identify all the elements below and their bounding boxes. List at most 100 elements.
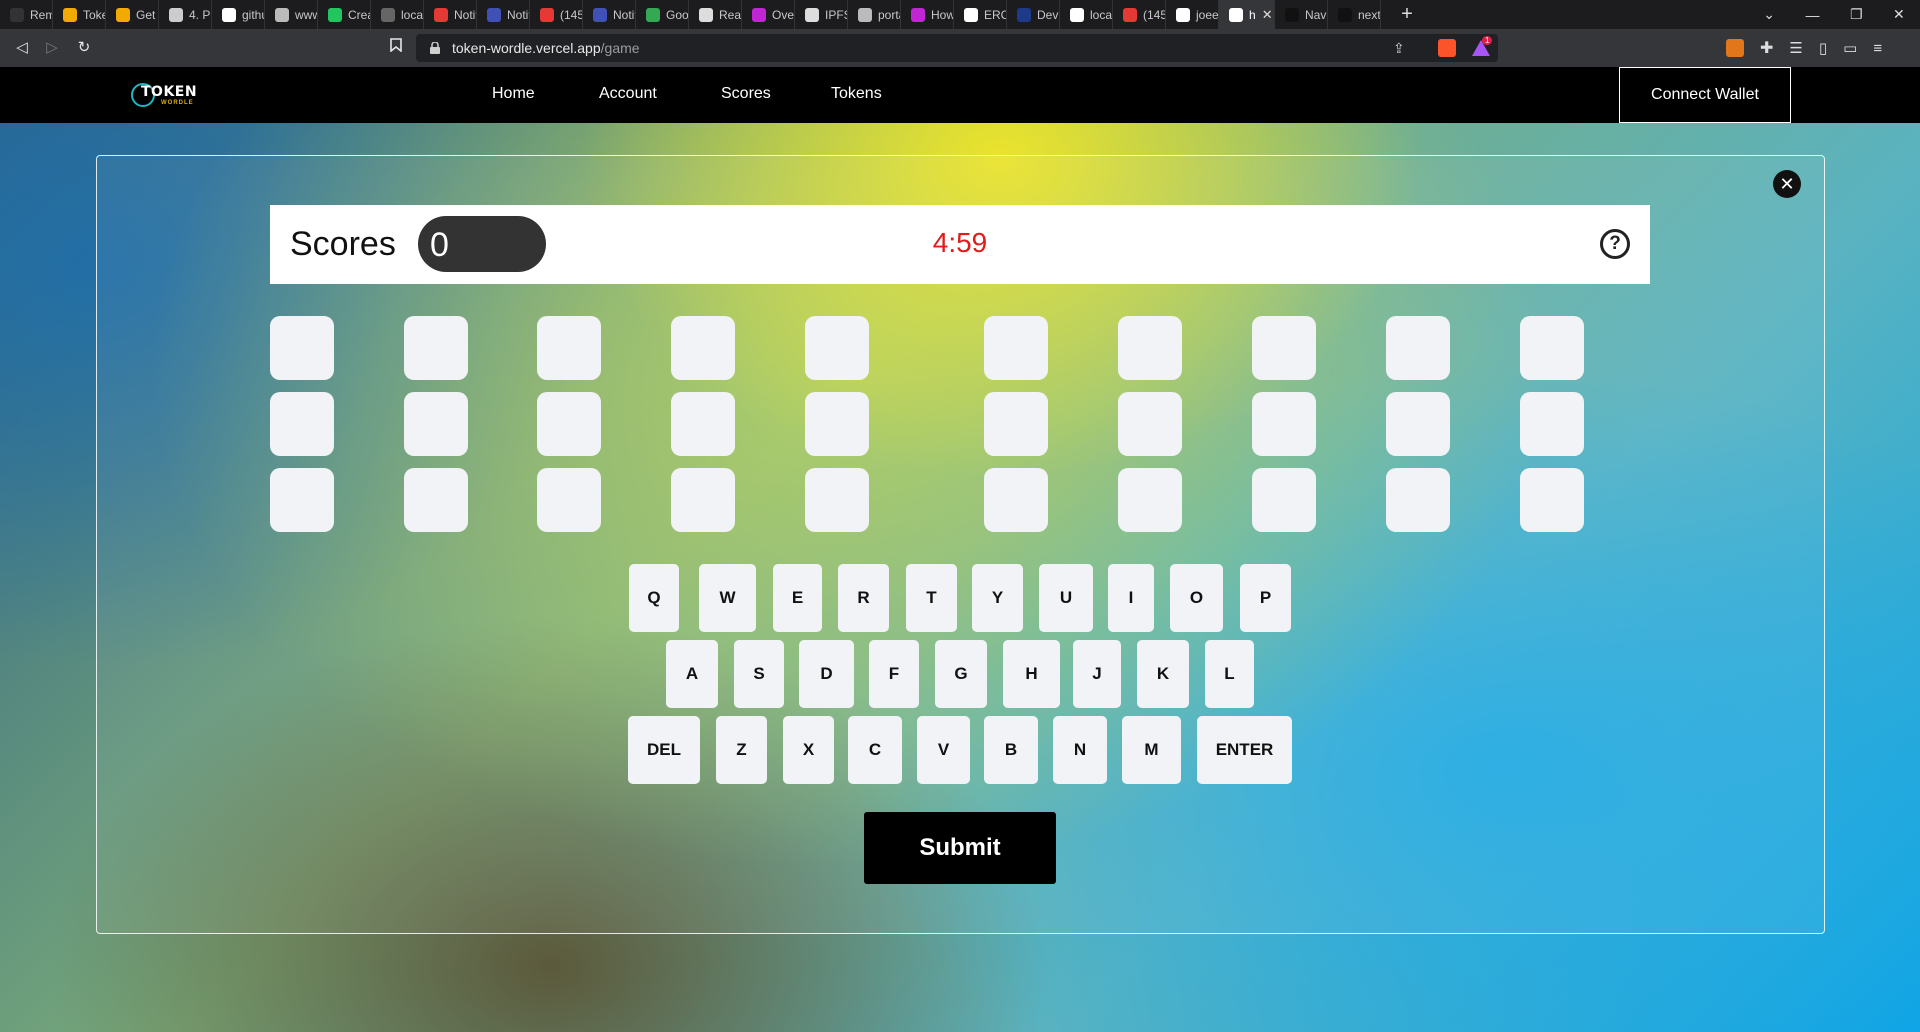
key-h[interactable]: H <box>1003 640 1060 708</box>
metamask-fox-icon[interactable] <box>1726 39 1744 57</box>
lock-icon <box>430 42 440 54</box>
key-del[interactable]: DEL <box>628 716 700 784</box>
browser-tab[interactable]: locall <box>371 0 424 29</box>
browser-tab[interactable]: next/ <box>1328 0 1381 29</box>
nav-scores[interactable]: Scores <box>721 85 771 103</box>
key-k[interactable]: K <box>1137 640 1189 708</box>
browser-tab[interactable]: Goog <box>636 0 689 29</box>
key-g[interactable]: G <box>935 640 987 708</box>
tab-favicon-icon <box>1017 7 1031 22</box>
playlist-icon[interactable]: ☰ <box>1789 39 1802 57</box>
tab-favicon-icon <box>593 7 607 22</box>
key-d[interactable]: D <box>799 640 854 708</box>
bookmark-icon[interactable] <box>386 38 406 58</box>
browser-tab[interactable]: (145) <box>1113 0 1166 29</box>
browser-tab[interactable]: porta <box>848 0 901 29</box>
key-s[interactable]: S <box>734 640 784 708</box>
tab-label: next/ <box>1358 7 1381 22</box>
letter-tile <box>805 392 869 456</box>
browser-tab[interactable]: www. <box>265 0 318 29</box>
letter-tile <box>404 468 468 532</box>
browser-tab[interactable]: (145) <box>530 0 583 29</box>
tab-label: www. <box>295 7 317 22</box>
window-close-icon[interactable]: ✕ <box>1893 6 1905 23</box>
minimize-icon[interactable]: — <box>1805 7 1819 23</box>
browser-tab[interactable]: 4. Pr <box>159 0 212 29</box>
close-icon[interactable]: ✕ <box>1773 170 1801 198</box>
key-o[interactable]: O <box>1170 564 1223 632</box>
submit-button[interactable]: Submit <box>864 812 1056 884</box>
tab-label: How <box>931 7 954 22</box>
share-icon[interactable]: ⇪ <box>1393 40 1405 57</box>
browser-tab[interactable]: Devp <box>1007 0 1060 29</box>
browser-tab[interactable]: Remi <box>0 0 53 29</box>
key-enter[interactable]: ENTER <box>1197 716 1292 784</box>
key-i[interactable]: I <box>1108 564 1154 632</box>
connect-wallet-button[interactable]: Connect Wallet <box>1619 67 1791 123</box>
key-m[interactable]: M <box>1122 716 1181 784</box>
reload-icon[interactable]: ↻ <box>74 38 94 58</box>
forward-icon[interactable]: ▷ <box>42 38 62 58</box>
key-q[interactable]: Q <box>629 564 679 632</box>
letter-tile <box>1118 392 1182 456</box>
tab-close-icon[interactable]: ✕ <box>1262 7 1273 23</box>
tab-list-icon[interactable]: ⌄ <box>1763 6 1775 23</box>
brave-rewards-icon[interactable]: 1 <box>1472 36 1493 56</box>
tab-favicon-icon <box>10 7 24 22</box>
wallet-icon[interactable]: ▭ <box>1843 39 1857 57</box>
browser-tab[interactable]: IPFS <box>795 0 848 29</box>
browser-tab[interactable]: locall <box>1060 0 1113 29</box>
help-icon[interactable]: ? <box>1600 229 1630 259</box>
key-u[interactable]: U <box>1039 564 1093 632</box>
restore-icon[interactable]: ❐ <box>1850 6 1863 23</box>
key-r[interactable]: R <box>838 564 889 632</box>
menu-icon[interactable]: ≡ <box>1873 40 1882 57</box>
browser-tab[interactable]: Notif <box>583 0 636 29</box>
url-field[interactable]: token-wordle.vercel.app/game ⇪ <box>416 34 1498 62</box>
key-c[interactable]: C <box>848 716 902 784</box>
nav-tokens[interactable]: Tokens <box>831 85 882 103</box>
browser-tab[interactable]: ERC <box>954 0 1007 29</box>
tab-label: h <box>1249 7 1256 22</box>
browser-tab[interactable]: Navi <box>1275 0 1328 29</box>
browser-tab[interactable]: Notif <box>424 0 477 29</box>
key-p[interactable]: P <box>1240 564 1291 632</box>
key-e[interactable]: E <box>773 564 822 632</box>
letter-tile <box>1252 468 1316 532</box>
back-icon[interactable]: ◁ <box>12 38 32 58</box>
browser-tab[interactable]: Toke <box>53 0 106 29</box>
browser-tab[interactable]: githu <box>212 0 265 29</box>
letter-tile <box>1386 392 1450 456</box>
key-a[interactable]: A <box>666 640 718 708</box>
nav-account[interactable]: Account <box>599 85 657 103</box>
key-b[interactable]: B <box>984 716 1038 784</box>
key-j[interactable]: J <box>1073 640 1121 708</box>
key-l[interactable]: L <box>1205 640 1254 708</box>
browser-tab[interactable]: Reac <box>689 0 742 29</box>
sidebar-toggle-icon[interactable]: ▯ <box>1819 39 1827 57</box>
key-n[interactable]: N <box>1053 716 1107 784</box>
letter-tile <box>671 392 735 456</box>
brave-shield-icon[interactable] <box>1438 39 1456 57</box>
letter-tile <box>984 468 1048 532</box>
browser-tab[interactable]: Creat <box>318 0 371 29</box>
browser-tab-active[interactable]: h ✕ <box>1219 0 1275 29</box>
browser-tab[interactable]: Over <box>742 0 795 29</box>
key-v[interactable]: V <box>917 716 970 784</box>
browser-tab[interactable]: Get s <box>106 0 159 29</box>
browser-tab[interactable]: How <box>901 0 954 29</box>
browser-tab[interactable]: joeep <box>1166 0 1219 29</box>
address-bar: ◁ ▷ ↻ token-wordle.vercel.app/game ⇪ 1 ✚… <box>0 29 1920 67</box>
puzzle-extensions-icon[interactable]: ✚ <box>1760 38 1773 58</box>
nav-home[interactable]: Home <box>492 85 535 103</box>
key-f[interactable]: F <box>869 640 919 708</box>
key-z[interactable]: Z <box>716 716 767 784</box>
key-t[interactable]: T <box>906 564 957 632</box>
key-y[interactable]: Y <box>972 564 1023 632</box>
key-x[interactable]: X <box>783 716 834 784</box>
browser-tab[interactable]: Notif <box>477 0 530 29</box>
token-wordle-logo[interactable]: TOKEN WORDLE <box>131 81 197 109</box>
new-tab-icon[interactable]: + <box>1395 3 1419 26</box>
letter-tile <box>1252 316 1316 380</box>
key-w[interactable]: W <box>699 564 756 632</box>
